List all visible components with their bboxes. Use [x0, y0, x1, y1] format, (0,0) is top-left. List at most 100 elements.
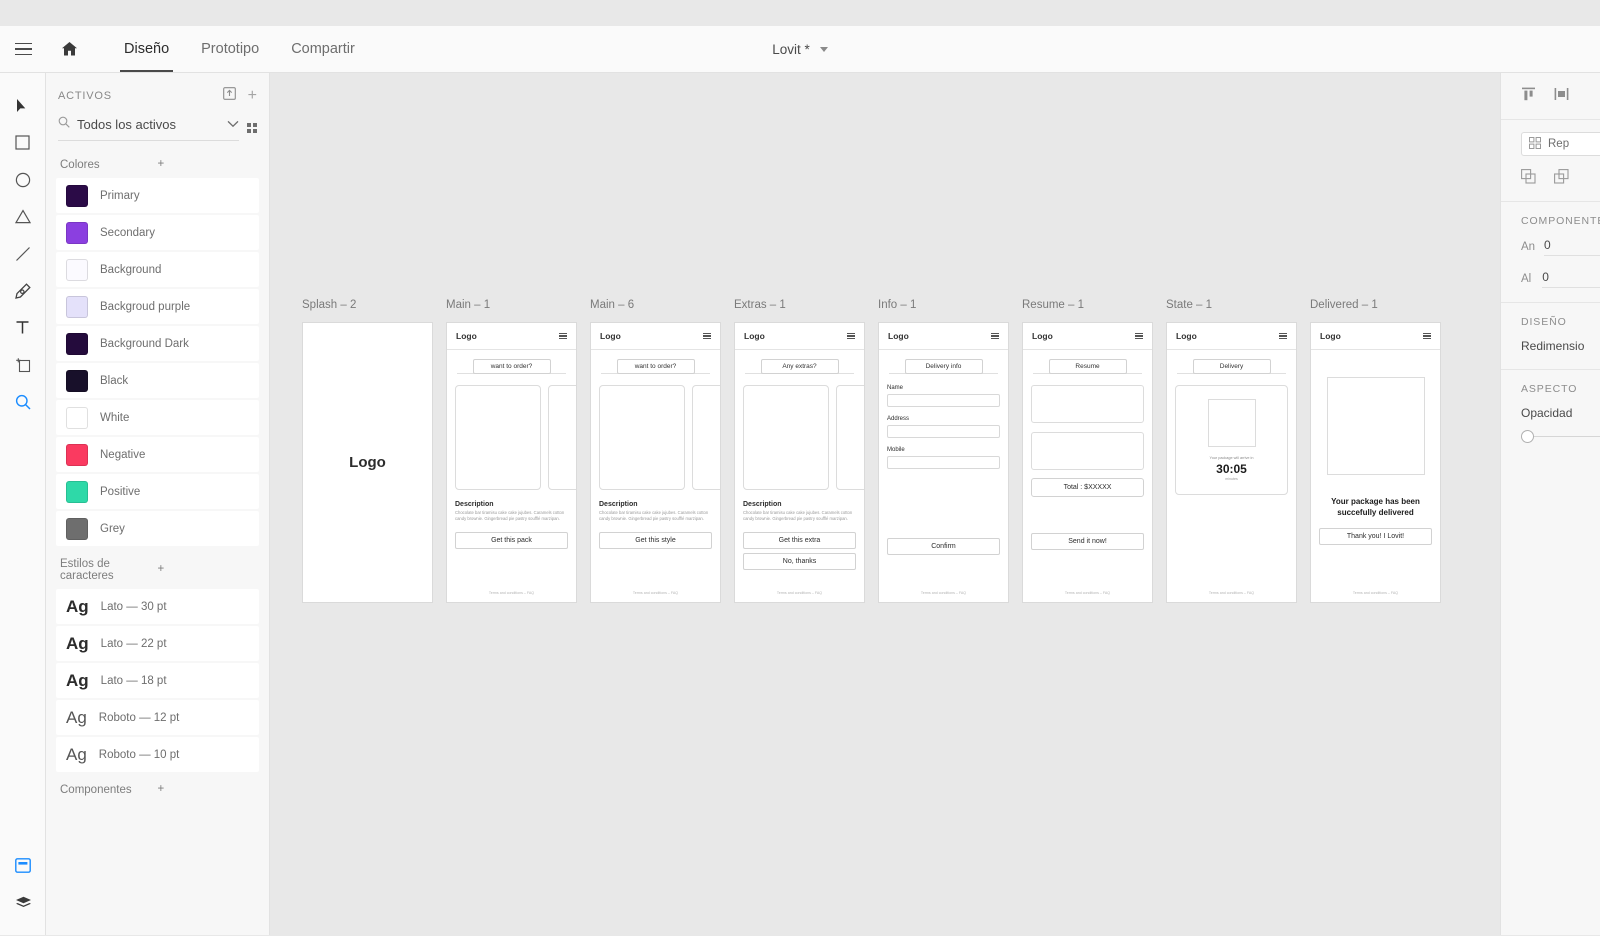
hamburger-menu-icon[interactable] — [1423, 332, 1431, 340]
hamburger-menu-icon[interactable] — [703, 332, 711, 340]
footer-note[interactable]: Terms and conditions – FAQ — [1175, 591, 1288, 595]
order-summary-box[interactable] — [1031, 385, 1144, 423]
home-icon[interactable] — [46, 26, 92, 72]
zoom-tool[interactable] — [0, 383, 46, 420]
tab-diseno[interactable]: Diseño — [108, 26, 185, 72]
artboard-label[interactable]: State – 1 — [1166, 299, 1297, 313]
document-title[interactable]: Lovit * — [700, 42, 900, 57]
secondary-button[interactable]: No, thanks — [743, 552, 856, 570]
distribute-horizontal-icon[interactable] — [1554, 87, 1569, 106]
artboard-label[interactable]: Resume – 1 — [1022, 299, 1153, 313]
artboard-canvas[interactable]: Logo — [302, 322, 433, 603]
add-character-style-button[interactable]: + — [158, 564, 256, 576]
opacity-slider[interactable] — [1501, 430, 1600, 443]
width-input[interactable]: 0 — [1544, 238, 1600, 256]
artboard-label[interactable]: Delivered – 1 — [1310, 299, 1441, 313]
export-icon[interactable] — [222, 87, 236, 105]
rectangle-tool[interactable] — [0, 124, 46, 161]
color-swatch-row-black[interactable]: Black — [56, 363, 259, 398]
artboard-canvas[interactable]: Logo Your package has been succefully de… — [1310, 322, 1441, 603]
pen-tool[interactable] — [0, 272, 46, 309]
name-input[interactable] — [887, 394, 1000, 407]
artboard-canvas[interactable]: Logo Delivery Your package will arrive i… — [1166, 322, 1297, 603]
character-style-row[interactable]: Ag Lato — 18 pt — [56, 663, 259, 698]
hamburger-menu-icon[interactable] — [0, 26, 46, 72]
text-tool[interactable] — [0, 309, 46, 346]
tab-prototipo[interactable]: Prototipo — [185, 26, 275, 72]
order-summary-box[interactable] — [1031, 432, 1144, 470]
color-swatch-row-background-dark[interactable]: Background Dark — [56, 326, 259, 361]
opacity-slider-knob[interactable] — [1521, 430, 1534, 443]
section-tab[interactable]: Any extras? — [760, 359, 839, 374]
artboard-canvas[interactable]: Logo Any extras? Description Chocolate b… — [734, 322, 865, 603]
footer-note[interactable]: Terms and conditions – FAQ — [599, 591, 712, 595]
search-box[interactable] — [58, 115, 239, 141]
artboard-label[interactable]: Main – 6 — [590, 299, 721, 313]
footer-note[interactable]: Terms and conditions – FAQ — [1319, 591, 1432, 595]
chevron-down-icon[interactable] — [227, 115, 239, 133]
character-style-row[interactable]: Ag Lato — 30 pt — [56, 589, 259, 624]
color-swatch-row-grey[interactable]: Grey — [56, 511, 259, 546]
section-tab[interactable]: Delivery info — [904, 359, 983, 374]
address-input[interactable] — [887, 425, 1000, 438]
line-tool[interactable] — [0, 235, 46, 272]
select-tool[interactable] — [0, 87, 46, 124]
artboard-label[interactable]: Info – 1 — [878, 299, 1009, 313]
hamburger-menu-icon[interactable] — [559, 332, 567, 340]
hamburger-menu-icon[interactable] — [1135, 332, 1143, 340]
product-card[interactable] — [548, 385, 576, 490]
color-swatch-row-positive[interactable]: Positive — [56, 474, 259, 509]
section-tab[interactable]: want to order? — [472, 359, 551, 374]
color-swatch-row-primary[interactable]: Primary — [56, 178, 259, 213]
footer-note[interactable]: Terms and conditions – FAQ — [887, 591, 1000, 595]
character-style-row[interactable]: Ag Roboto — 12 pt — [56, 700, 259, 735]
hamburger-menu-icon[interactable] — [991, 332, 999, 340]
artboard-label[interactable]: Extras – 1 — [734, 299, 865, 313]
color-swatch-row-white[interactable]: White — [56, 400, 259, 435]
ellipse-tool[interactable] — [0, 161, 46, 198]
repeat-grid-button[interactable]: Rep — [1521, 132, 1600, 156]
search-input[interactable] — [77, 116, 220, 132]
artboard-canvas[interactable]: Logo want to order? Description Chocolat… — [446, 322, 577, 603]
product-card[interactable] — [455, 385, 541, 490]
chevron-down-icon[interactable] — [819, 46, 828, 52]
artboard-label[interactable]: Splash – 2 — [302, 299, 433, 313]
primary-button[interactable]: Thank you! I Lovit! — [1319, 527, 1432, 545]
section-tab[interactable]: want to order? — [616, 359, 695, 374]
assets-panel-icon[interactable] — [0, 847, 46, 884]
character-style-row[interactable]: Ag Lato — 22 pt — [56, 626, 259, 661]
primary-button[interactable]: Get this style — [599, 531, 712, 549]
artboard-canvas[interactable]: Logo Delivery info Name Address Mobile C… — [878, 322, 1009, 603]
hamburger-menu-icon[interactable] — [847, 332, 855, 340]
duplicate-icon[interactable] — [1521, 169, 1536, 189]
add-component-button[interactable]: + — [158, 784, 256, 796]
footer-note[interactable]: Terms and conditions – FAQ — [455, 591, 568, 595]
section-tab[interactable]: Delivery — [1192, 359, 1271, 374]
color-swatch-row-secondary[interactable]: Secondary — [56, 215, 259, 250]
product-card[interactable] — [692, 385, 720, 490]
product-card[interactable] — [743, 385, 829, 490]
section-tab[interactable]: Resume — [1048, 359, 1127, 374]
color-swatch-row-background[interactable]: Background — [56, 252, 259, 287]
grid-view-icon[interactable] — [247, 123, 257, 133]
artboard-label[interactable]: Main – 1 — [446, 299, 577, 313]
primary-button[interactable]: Send it now! — [1031, 533, 1144, 550]
align-top-icon[interactable] — [1521, 87, 1536, 106]
product-card[interactable] — [599, 385, 685, 490]
artboard-canvas[interactable]: Logo want to order? Description Chocolat… — [590, 322, 721, 603]
primary-button[interactable]: Get this pack — [455, 531, 568, 549]
add-color-button[interactable]: + — [158, 159, 256, 171]
footer-note[interactable]: Terms and conditions – FAQ — [1031, 591, 1144, 595]
primary-button[interactable]: Confirm — [887, 538, 1000, 555]
artboard-tool[interactable] — [0, 346, 46, 383]
opacity-slider-track[interactable] — [1534, 436, 1600, 437]
character-style-row[interactable]: Ag Roboto — 10 pt — [56, 737, 259, 772]
color-swatch-row-background-purple[interactable]: Backgroud purple — [56, 289, 259, 324]
tab-compartir[interactable]: Compartir — [275, 26, 371, 72]
artboard-canvas[interactable]: Logo Resume Total : $XXXXX Send it now! … — [1022, 322, 1153, 603]
design-canvas[interactable]: Splash – 2 Logo Main – 1 Logo want to or… — [270, 73, 1500, 935]
color-swatch-row-negative[interactable]: Negative — [56, 437, 259, 472]
duplicate-offset-icon[interactable] — [1554, 169, 1569, 189]
hamburger-menu-icon[interactable] — [1279, 332, 1287, 340]
primary-button[interactable]: Get this extra — [743, 531, 856, 549]
